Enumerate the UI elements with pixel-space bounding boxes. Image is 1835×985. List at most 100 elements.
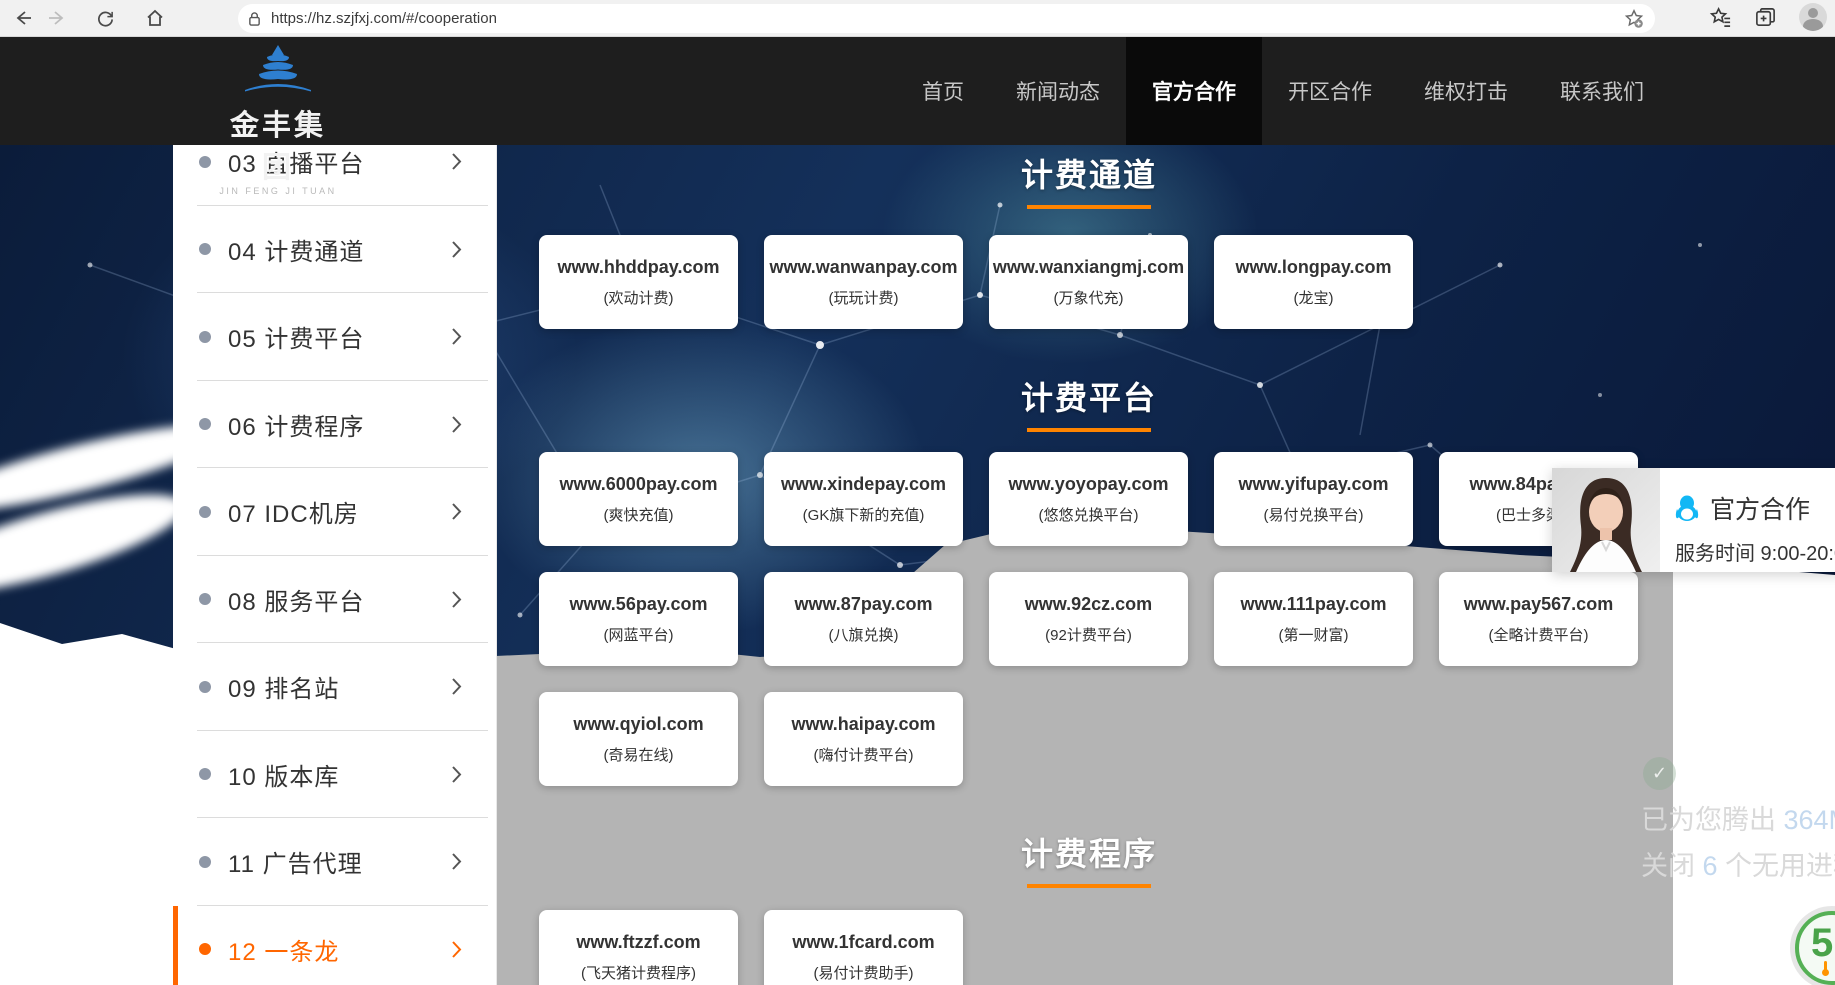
bullet-icon (199, 768, 211, 780)
sidebar-item[interactable]: 09 排名站 (173, 643, 496, 731)
site-card[interactable]: www.wanwanpay.com (玩玩计费) (764, 235, 963, 329)
sidebar-item[interactable]: 08 服务平台 (173, 556, 496, 644)
chevron-right-icon (451, 327, 462, 346)
sidebar-item-label: 08 服务平台 (228, 582, 364, 617)
address-bar[interactable]: https://hz.szjfxj.com/#/cooperation (238, 4, 1655, 33)
card-url: www.yifupay.com (1238, 474, 1388, 495)
service-agent-photo (1552, 468, 1660, 572)
site-card[interactable]: www.111pay.com (第一财富) (1214, 572, 1413, 666)
site-header: 金丰集团 JIN FENG JI TUAN 首页新闻动态官方合作开区合作维权打击… (0, 37, 1835, 145)
card-label: (奇易在线) (604, 744, 674, 765)
title-underline (1027, 428, 1151, 432)
chevron-right-icon (451, 852, 462, 871)
sidebar-item[interactable]: 05 计费平台 (173, 293, 496, 381)
site-card[interactable]: www.yifupay.com(易付兑换平台) (1214, 452, 1413, 546)
nav-item[interactable]: 联系我们 (1534, 37, 1670, 145)
bullet-icon (199, 156, 211, 168)
card-url: www.87pay.com (794, 594, 932, 615)
optimizer-float-badge[interactable]: 5 (1795, 911, 1835, 985)
service-popup-title: 官方合作 (1710, 490, 1810, 526)
chevron-right-icon (451, 940, 462, 959)
site-card[interactable]: www.hhddpay.com(欢动计费) (539, 235, 738, 329)
sidebar-item[interactable]: 04 计费通道 (173, 206, 496, 294)
chevron-right-icon (451, 415, 462, 434)
card-url: www.92cz.com (1025, 594, 1152, 615)
site-card[interactable]: www.92cz.com(92计费平台) (989, 572, 1188, 666)
site-card[interactable]: www.longpay.com(龙宝) (1214, 235, 1413, 329)
card-url: www.111pay.com (1240, 594, 1386, 615)
lock-icon (248, 11, 261, 27)
section-title: 计费平台 (1021, 373, 1157, 419)
badge-value: 5 (1811, 921, 1833, 966)
site-card[interactable]: www.qyiol.com (奇易在线) (539, 692, 738, 786)
sidebar-item-label: 12 一条龙 (228, 932, 339, 967)
sidebar-item[interactable]: 12 一条龙 (173, 906, 496, 985)
site-card[interactable]: www.pay567.com(全略计费平台) (1439, 572, 1638, 666)
card-grid: www.ftzzf.com (飞天猪计费程序) www.1fcard.com(易付计… (539, 910, 1639, 985)
sidebar-item[interactable]: 11 广告代理 (173, 818, 496, 906)
sidebar-item-label: 05 计费平台 (228, 319, 364, 354)
sidebar-item[interactable]: 10 版本库 (173, 731, 496, 819)
section-billing-platform: 计费平台 www.6000pay.com (爽快充值) www.xindepay.c… (539, 373, 1639, 786)
chevron-right-icon (451, 677, 462, 696)
thermometer-icon (1821, 961, 1830, 977)
add-favorite-icon[interactable] (1623, 8, 1645, 30)
nav-item[interactable]: 新闻动态 (990, 37, 1126, 145)
qq-penguin-icon (1675, 495, 1699, 521)
site-card[interactable]: www.xindepay.com(GK旗下新的充值) (764, 452, 963, 546)
sidebar-item-label: 11 广告代理 (228, 844, 363, 879)
profile-avatar[interactable] (1799, 3, 1827, 31)
site-card[interactable]: www.1fcard.com(易付计费助手) (764, 910, 963, 985)
sidebar: 03 直播平台04 计费通道05 计费平台06 计费程序07 IDC机房08 服… (173, 145, 497, 985)
card-grid: www.6000pay.com (爽快充值) www.xindepay.com(GK… (539, 452, 1639, 786)
card-label: (玩玩计费) (829, 287, 899, 308)
card-label: (第一财富) (1279, 624, 1349, 645)
card-url: www.wanwanpay.com (769, 257, 957, 278)
section-billing-channel: 计费通道 www.hhddpay.com(欢动计费) www.wanwanpay.… (539, 150, 1639, 329)
bullet-icon (199, 943, 211, 955)
card-label: (爽快充值) (604, 504, 674, 525)
collections-icon[interactable] (1754, 6, 1777, 29)
site-card[interactable]: www.haipay.com(嗨付计费平台) (764, 692, 963, 786)
nav-item[interactable]: 开区合作 (1262, 37, 1398, 145)
pagoda-logo-icon (241, 45, 315, 95)
site-card[interactable]: www.ftzzf.com (飞天猪计费程序) (539, 910, 738, 985)
url-text[interactable]: https://hz.szjfxj.com/#/cooperation (271, 10, 1623, 27)
site-card[interactable]: www.6000pay.com (爽快充值) (539, 452, 738, 546)
site-logo[interactable]: 金丰集团 JIN FENG JI TUAN (218, 45, 338, 196)
favorites-icon[interactable] (1709, 6, 1732, 29)
bullet-icon (199, 243, 211, 255)
site-card[interactable]: www.yoyopay.com(悠悠兑换平台) (989, 452, 1188, 546)
card-url: www.56pay.com (569, 594, 707, 615)
nav-item[interactable]: 维权打击 (1398, 37, 1534, 145)
refresh-button[interactable] (88, 3, 122, 33)
section-title: 计费通道 (1021, 150, 1157, 196)
site-card[interactable]: www.56pay.com(网蓝平台) (539, 572, 738, 666)
nav-item[interactable]: 官方合作 (1126, 37, 1262, 145)
card-url: www.qyiol.com (573, 714, 703, 735)
bullet-icon (199, 418, 211, 430)
section-billing-program: 计费程序 www.ftzzf.com (飞天猪计费程序) www.1fcard.co… (539, 829, 1639, 985)
card-url: www.6000pay.com (559, 474, 717, 495)
card-label: (飞天猪计费程序) (581, 962, 696, 983)
sidebar-item[interactable]: 07 IDC机房 (173, 468, 496, 556)
sidebar-item[interactable]: 06 计费程序 (173, 381, 496, 469)
card-url: www.ftzzf.com (576, 932, 700, 953)
nav-item[interactable]: 首页 (896, 37, 990, 145)
home-button[interactable] (138, 3, 172, 33)
sidebar-item-label: 06 计费程序 (228, 407, 364, 442)
section-title: 计费程序 (1021, 829, 1157, 875)
card-url: www.hhddpay.com (557, 257, 719, 278)
sidebar-item-label: 04 计费通道 (228, 232, 364, 267)
site-card[interactable]: www.87pay.com(八旗兑换) (764, 572, 963, 666)
service-popup[interactable]: 官方合作 服务时间 9:00-20:00 (1552, 468, 1835, 572)
site-card[interactable]: www.wanxiangmj.com(万象代充) (989, 235, 1188, 329)
logo-subtitle: JIN FENG JI TUAN (218, 186, 338, 196)
card-label: (悠悠兑换平台) (1039, 504, 1139, 525)
bullet-icon (199, 593, 211, 605)
card-grid: www.hhddpay.com(欢动计费) www.wanwanpay.com (玩… (539, 235, 1639, 329)
page: https://hz.szjfxj.com/#/cooperation 金丰集团… (0, 0, 1835, 985)
forward-button[interactable] (40, 3, 74, 33)
back-button[interactable] (6, 3, 40, 33)
bullet-icon (199, 681, 211, 693)
